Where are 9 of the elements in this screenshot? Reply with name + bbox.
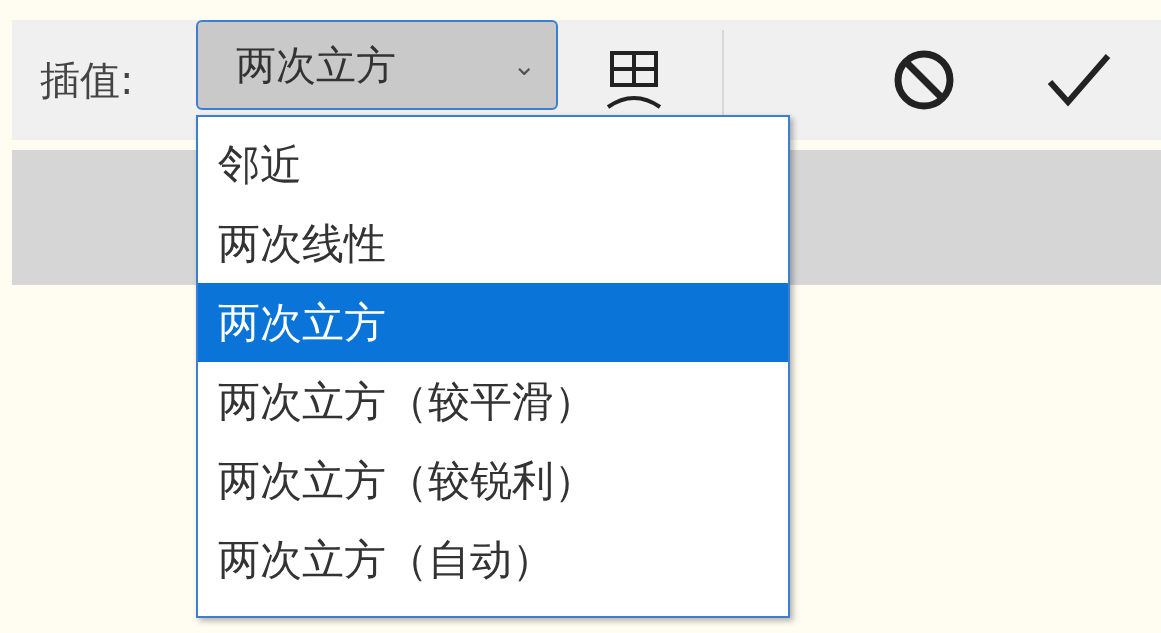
menu-item[interactable]: 两次立方（较平滑） <box>198 362 788 441</box>
menu-item[interactable]: 两次立方（较锐利） <box>198 441 788 520</box>
cancel-icon[interactable] <box>892 48 956 112</box>
menu-item[interactable]: 邻近 <box>198 125 788 204</box>
interpolation-label: 插值: <box>40 55 135 105</box>
menu-item[interactable]: 两次线性 <box>198 204 788 283</box>
menu-item[interactable]: 两次立方 <box>198 283 788 362</box>
interpolation-select[interactable]: 两次立方 ⌄ <box>196 20 558 110</box>
menu-item[interactable]: 两次立方（自动） <box>198 520 788 599</box>
